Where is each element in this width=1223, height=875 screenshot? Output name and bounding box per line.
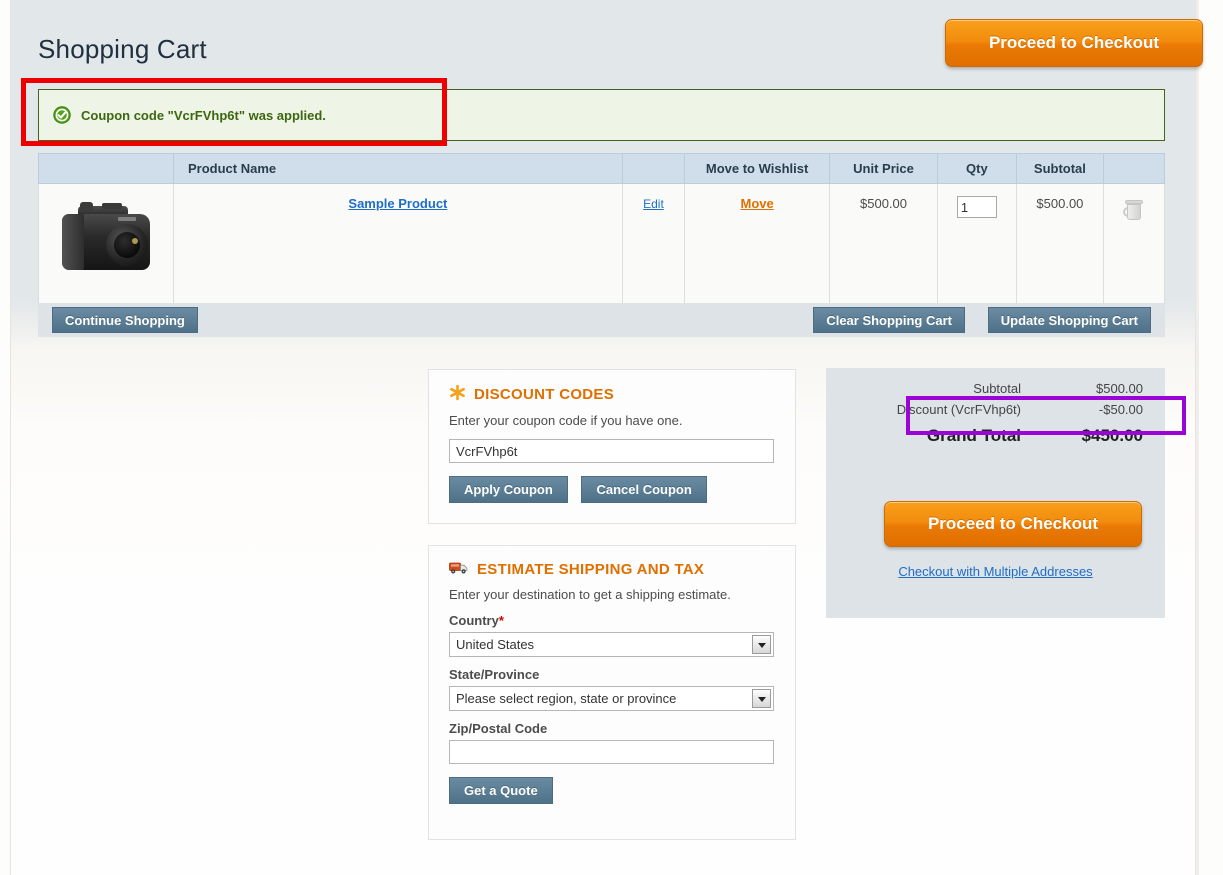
apply-coupon-button[interactable]: Apply Coupon <box>449 476 568 503</box>
multi-address-checkout: Checkout with Multiple Addresses <box>826 564 1165 579</box>
coupon-success-inner: Coupon code "VcrFVhp6t" was applied. <box>39 90 1164 140</box>
clear-shopping-cart-button[interactable]: Clear Shopping Cart <box>813 307 965 333</box>
state-label: State/Province <box>449 667 540 682</box>
zip-input[interactable] <box>449 740 774 764</box>
totals-row-subtotal: Subtotal $500.00 <box>826 378 1165 399</box>
state-select-wrapper[interactable]: Please select region, state or province <box>449 686 774 711</box>
asterisk-icon <box>449 384 466 405</box>
grand-total-label: Grand Total <box>926 426 1021 445</box>
table-header-row: Product Name Move to Wishlist Unit Price… <box>38 153 1166 184</box>
country-select-wrapper[interactable]: United States <box>449 632 774 657</box>
move-to-wishlist-link[interactable]: Move <box>740 196 773 211</box>
qty-input[interactable] <box>956 196 997 218</box>
zip-label: Zip/Postal Code <box>449 721 548 736</box>
edit-item-link[interactable]: Edit <box>643 197 664 211</box>
totals-row-discount: Discount (VcrFVhp6t) -$50.00 <box>826 399 1165 420</box>
totals-row-grand-total: Grand Total $450.00 <box>826 420 1165 449</box>
cart-action-bar: Continue Shopping Clear Shopping Cart Up… <box>38 303 1165 337</box>
camera-product-image <box>58 200 154 276</box>
discount-panel-title-row: DISCOUNT CODES <box>449 384 775 405</box>
chevron-down-icon-state[interactable] <box>752 689 771 708</box>
state-select[interactable]: Please select region, state or province <box>449 686 774 711</box>
order-totals-panel: Subtotal $500.00 Discount (VcrFVhp6t) -$… <box>826 368 1165 618</box>
subtotal-label: Subtotal <box>973 381 1021 396</box>
country-select[interactable]: United States <box>449 632 774 657</box>
column-header-product-name: Product Name <box>172 153 623 184</box>
coupon-success-message: Coupon code "VcrFVhp6t" was applied. <box>38 89 1165 141</box>
coupon-success-text: Coupon code "VcrFVhp6t" was applied. <box>81 107 326 123</box>
cancel-coupon-button[interactable]: Cancel Coupon <box>581 476 707 503</box>
discount-value: -$50.00 <box>1098 402 1143 417</box>
truck-icon <box>449 560 469 579</box>
country-label-text: Country <box>449 613 499 628</box>
column-header-subtotal: Subtotal <box>1015 153 1104 184</box>
discount-panel-buttons: Apply Coupon Cancel Coupon <box>449 476 775 503</box>
discount-panel-title: DISCOUNT CODES <box>474 386 615 403</box>
totals-table: Subtotal $500.00 Discount (VcrFVhp6t) -$… <box>826 378 1165 449</box>
shipping-panel-buttons: Get a Quote <box>449 777 775 804</box>
get-a-quote-button[interactable]: Get a Quote <box>449 777 553 804</box>
country-required-star: * <box>498 613 504 628</box>
page-right-edge <box>1196 0 1199 875</box>
cart-items-table: Product Name Move to Wishlist Unit Price… <box>38 153 1166 327</box>
discount-codes-panel: DISCOUNT CODES Enter your coupon code if… <box>428 369 796 524</box>
shipping-panel-title-row: ESTIMATE SHIPPING AND TAX <box>449 560 775 579</box>
column-header-move-to-wishlist: Move to Wishlist <box>684 153 831 184</box>
discount-panel-description: Enter your coupon code if you have one. <box>449 413 683 428</box>
product-name-link[interactable]: Sample Product <box>348 196 447 211</box>
column-header-image <box>38 153 174 184</box>
shipping-panel-title: ESTIMATE SHIPPING AND TAX <box>477 561 705 578</box>
chevron-down-icon-country[interactable] <box>752 635 771 654</box>
continue-shopping-button[interactable]: Continue Shopping <box>52 307 198 333</box>
grand-total-value: $450.00 <box>1081 426 1143 445</box>
estimate-shipping-panel: ESTIMATE SHIPPING AND TAX Enter your des… <box>428 545 796 840</box>
column-header-qty: Qty <box>936 153 1017 184</box>
discount-label: Discount (VcrFVhp6t) <box>896 402 1021 417</box>
coupon-code-input[interactable] <box>449 439 774 463</box>
proceed-to-checkout-button-top[interactable]: Proceed to Checkout <box>945 19 1203 67</box>
multi-address-link[interactable]: Checkout with Multiple Addresses <box>898 564 1092 579</box>
proceed-to-checkout-button-bottom[interactable]: Proceed to Checkout <box>884 501 1142 547</box>
country-label: Country* <box>449 613 775 628</box>
shipping-panel-description: Enter your destination to get a shipping… <box>449 587 731 602</box>
subtotal-value: $500.00 <box>1096 381 1143 396</box>
column-header-remove <box>1102 153 1166 184</box>
column-header-edit <box>621 153 686 184</box>
update-shopping-cart-button[interactable]: Update Shopping Cart <box>987 307 1151 333</box>
success-check-icon <box>53 106 71 124</box>
trash-icon[interactable] <box>1122 198 1145 222</box>
column-header-unit-price: Unit Price <box>829 153 938 184</box>
